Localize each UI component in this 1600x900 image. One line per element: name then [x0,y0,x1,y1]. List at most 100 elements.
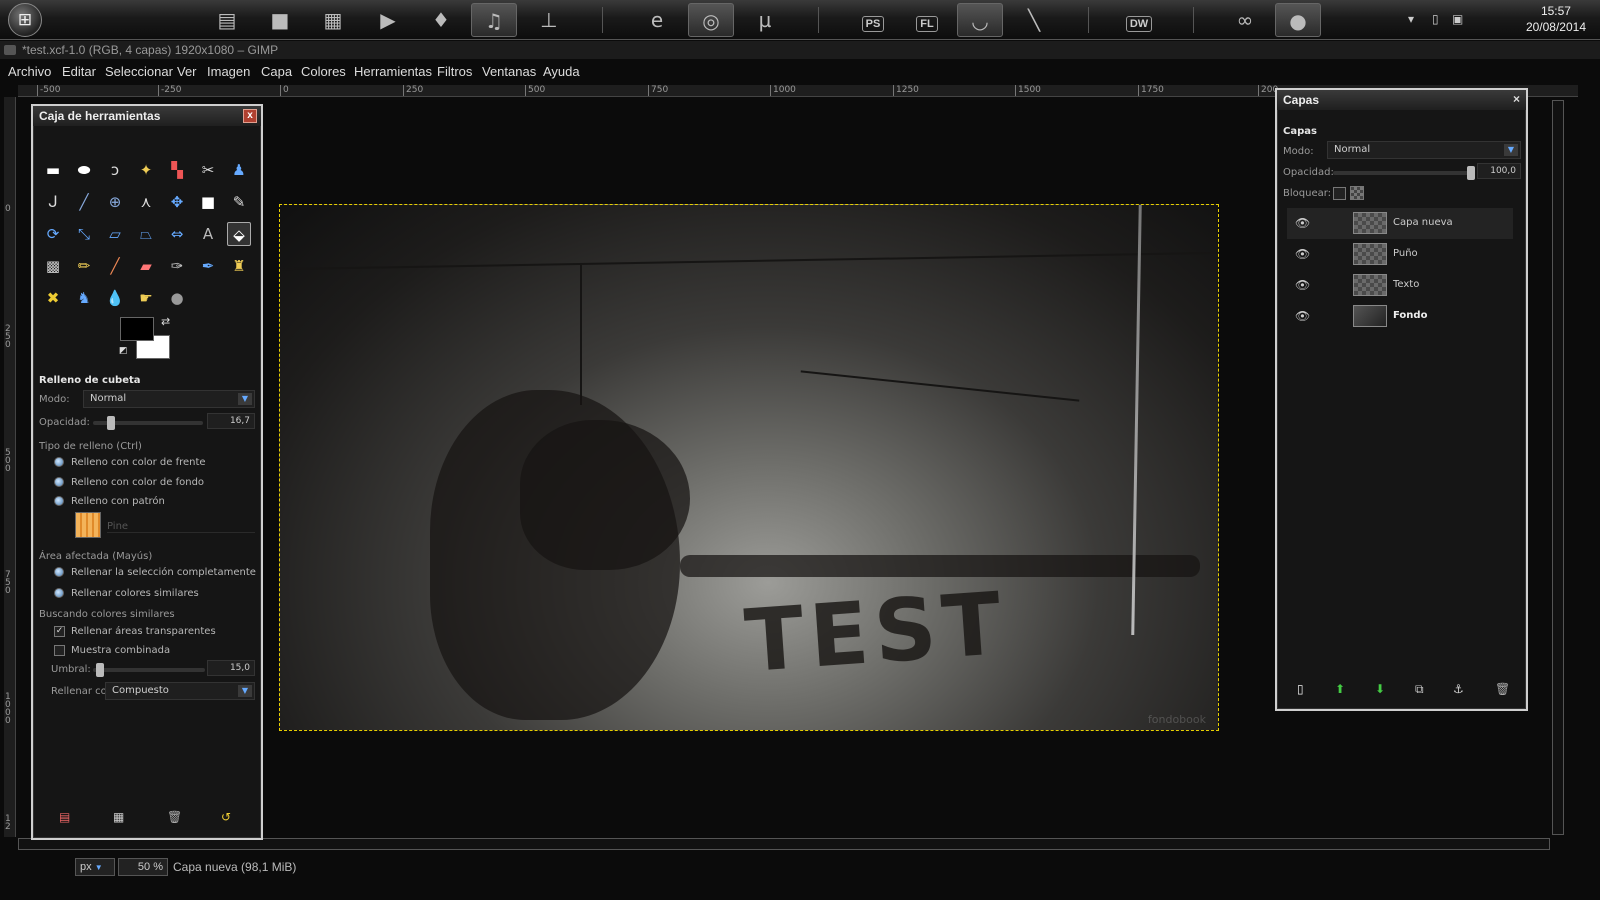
brush-icon[interactable]: ╲ [1011,3,1057,37]
chrome-icon[interactable]: ◎ [688,3,734,37]
smudge-icon[interactable]: ☛ [134,286,158,310]
clock[interactable]: 15:57 20/08/2014 [1526,3,1586,35]
zoom-selector[interactable]: 50 % [118,858,168,876]
lasso-icon[interactable]: ↄ [103,158,127,182]
fill-transparent-checkbox[interactable]: ✓ [54,626,65,637]
measure-icon[interactable]: ⋏ [134,190,158,214]
scissors-icon[interactable]: ✂ [196,158,220,182]
raise-layer-icon[interactable]: ⬆ [1335,682,1345,696]
pattern-swatch[interactable] [75,512,101,538]
area-similar-radio[interactable] [54,588,64,598]
photoshop-icon[interactable]: PS [850,3,896,37]
fill-pattern-radio[interactable] [54,496,64,506]
layers-tab[interactable]: Capas [1283,126,1317,137]
perspective-icon[interactable]: ⏢ [134,222,158,246]
torrent-icon[interactable]: µ [742,3,788,37]
delete-options-icon[interactable]: 🗑 [167,810,182,824]
layers-close-button[interactable]: × [1513,92,1520,106]
notes-icon[interactable]: ■ [257,3,303,37]
menu-colores[interactable]: Colores [301,64,346,79]
fill-transparent-label[interactable]: Rellenar áreas transparentes [71,626,216,637]
vertical-ruler[interactable]: 0 250 500 750 1000 12 [4,97,16,837]
layer-row[interactable]: 👁 Fondo [1287,301,1513,332]
sample-merged-checkbox[interactable] [54,645,65,656]
area-whole-label[interactable]: Rellenar la selección completamente [71,567,256,578]
threshold-slider-handle[interactable] [95,663,104,677]
layers-opacity-handle[interactable] [1467,166,1475,180]
menu-editar[interactable]: Editar [62,64,96,79]
zoom-icon[interactable]: ⊕ [103,190,127,214]
crop-icon[interactable]: ✎ [227,190,251,214]
airbrush-icon[interactable]: ✑ [165,254,189,278]
eraser-icon[interactable]: ▰ [134,254,158,278]
layer-row[interactable]: 👁 Puño [1287,239,1513,270]
tray-arrow-icon[interactable]: ▾ [1408,12,1414,26]
fill-bg-radio[interactable] [54,477,64,487]
flame-icon[interactable]: ♦ [418,3,464,37]
dodge-burn-icon[interactable]: ● [165,286,189,310]
fill-fg-radio[interactable] [54,457,64,467]
paths-icon[interactable]: ᒍ [41,190,65,214]
network-icon[interactable]: ▣ [1452,12,1463,26]
menu-archivo[interactable]: Archivo [8,64,51,79]
menu-ayuda[interactable]: Ayuda [543,64,580,79]
menu-herramientas[interactable]: Herramientas [354,64,432,79]
layer-row[interactable]: 👁 Capa nueva [1287,208,1513,239]
paintbrush-icon[interactable]: ╱ [103,254,127,278]
default-colors-icon[interactable]: ◩ [119,346,128,356]
fill-fg-label[interactable]: Relleno con color de frente [71,457,206,468]
app-icon[interactable]: ● [1275,3,1321,37]
visibility-eye-icon[interactable]: 👁 [1295,278,1310,292]
battery-icon[interactable]: ▯ [1432,12,1439,26]
internet-explorer-icon[interactable]: e [634,3,680,37]
area-similar-label[interactable]: Rellenar colores similares [71,588,199,599]
dreamweaver-icon[interactable]: DW [1116,3,1162,37]
media-player-icon[interactable]: ▶ [365,3,411,37]
lock-alpha-checkbox[interactable] [1350,186,1364,200]
rect-select-icon[interactable]: ▬ [41,158,65,182]
save-options-icon[interactable]: ▤ [59,810,70,824]
opacity-value[interactable]: 16,7 [207,413,255,429]
folder-icon[interactable]: ▤ [204,3,250,37]
gimp-icon[interactable]: ◡ [957,3,1003,37]
flash-icon[interactable]: FL [904,3,950,37]
flip-icon[interactable]: ⇔ [165,222,189,246]
move-icon[interactable]: ✥ [165,190,189,214]
fuzzy-select-icon[interactable]: ✦ [134,158,158,182]
fill-bg-label[interactable]: Relleno con color de fondo [71,477,204,488]
canvas-image[interactable]: TEST fondobook [279,204,1219,731]
lock-pixels-checkbox[interactable] [1333,187,1346,200]
link-icon[interactable]: ∞ [1222,3,1268,37]
opacity-slider-handle[interactable] [107,416,116,430]
music-icon[interactable]: ♫ [471,3,517,37]
toolbox-close-button[interactable]: x [243,109,257,123]
blur-icon[interactable]: 💧 [103,286,127,310]
start-button[interactable]: ⊞ [8,3,42,37]
menu-filtros[interactable]: Filtros [437,64,472,79]
pencil-icon[interactable]: ✏ [72,254,96,278]
menu-capa[interactable]: Capa [261,64,292,79]
sample-merged-label[interactable]: Muestra combinada [71,645,170,656]
heal-icon[interactable]: ✖ [41,286,65,310]
vertical-scrollbar[interactable] [1552,100,1564,835]
layer-row[interactable]: 👁 Texto [1287,270,1513,301]
fill-with-select[interactable]: Compuesto ▼ [105,682,255,700]
menu-ver[interactable]: Ver [177,64,197,79]
new-layer-icon[interactable]: ▯ [1297,682,1304,696]
perspective-clone-icon[interactable]: ♞ [72,286,96,310]
restore-options-icon[interactable]: ▦ [113,810,124,824]
reset-options-icon[interactable]: ↺ [221,810,231,824]
foreground-select-icon[interactable]: ♟ [227,158,251,182]
duplicate-layer-icon[interactable]: ⧉ [1415,682,1424,697]
ellipse-select-icon[interactable]: ⬬ [72,158,96,182]
menu-seleccionar[interactable]: Seleccionar [105,64,173,79]
layers-opacity-slider[interactable] [1333,171,1473,175]
visibility-eye-icon[interactable]: 👁 [1295,247,1310,261]
fill-pattern-label[interactable]: Relleno con patrón [71,496,165,507]
align-icon[interactable]: ■ [196,190,220,214]
menu-imagen[interactable]: Imagen [207,64,250,79]
color-picker-icon[interactable]: ╱ [72,190,96,214]
foreground-color-swatch[interactable] [120,317,154,341]
tool-icon[interactable]: ⊥ [526,3,572,37]
lower-layer-icon[interactable]: ⬇ [1375,682,1385,696]
